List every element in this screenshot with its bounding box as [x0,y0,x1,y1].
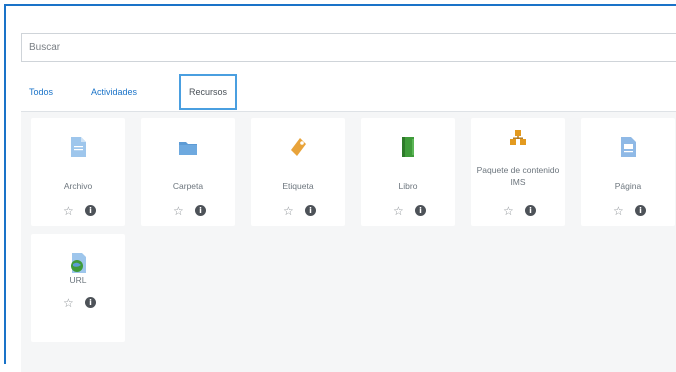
folder-icon [179,142,197,155]
info-icon[interactable]: i [195,205,206,216]
resource-card-url[interactable]: URL ☆ i [31,234,125,342]
ims-package-icon [510,130,526,145]
resource-card-ims-package[interactable]: Paquete de contenido IMS ☆ i [471,118,565,226]
resource-card-archivo[interactable]: Archivo ☆ i [31,118,125,226]
info-icon[interactable]: i [525,205,536,216]
resource-card-carpeta[interactable]: Carpeta ☆ i [141,118,235,226]
info-icon[interactable]: i [415,205,426,216]
resource-label: Carpeta [172,181,204,191]
chooser-frame: Todos Actividades Recursos Archivo ☆ i [4,4,676,372]
page-icon [621,137,636,157]
tab-actividades[interactable]: Actividades [91,78,137,106]
file-icon [71,137,86,157]
resource-card-pagina[interactable]: Página ☆ i [581,118,675,226]
search-input[interactable] [21,33,676,62]
resource-label: Etiqueta [282,181,314,191]
star-icon[interactable]: ☆ [283,204,294,218]
tab-todos[interactable]: Todos [29,78,53,106]
star-icon[interactable]: ☆ [503,204,514,218]
resource-card-etiqueta[interactable]: Etiqueta ☆ i [251,118,345,226]
info-icon[interactable]: i [305,205,316,216]
url-globe-icon [71,253,86,273]
label-tag-icon [291,138,306,156]
star-icon[interactable]: ☆ [63,204,74,218]
star-icon[interactable]: ☆ [613,204,624,218]
info-icon[interactable]: i [635,205,646,216]
star-icon[interactable]: ☆ [393,204,404,218]
resource-label: Archivo [63,181,93,191]
resource-label: URL [69,275,87,285]
info-icon[interactable]: i [85,205,96,216]
info-icon[interactable]: i [85,297,96,308]
book-icon [402,137,414,157]
resource-label: Página [614,181,642,191]
star-icon[interactable]: ☆ [173,204,184,218]
tab-recursos[interactable]: Recursos [179,74,238,110]
resource-grid: Archivo ☆ i Carpeta ☆ i Etiqueta ☆ i Lib… [21,112,676,372]
resource-card-libro[interactable]: Libro ☆ i [361,118,455,226]
resource-label: Libro [398,181,418,191]
resource-label: Paquete de contenido IMS [476,165,560,187]
tab-bar: Todos Actividades Recursos [21,74,676,112]
star-icon[interactable]: ☆ [63,296,74,310]
